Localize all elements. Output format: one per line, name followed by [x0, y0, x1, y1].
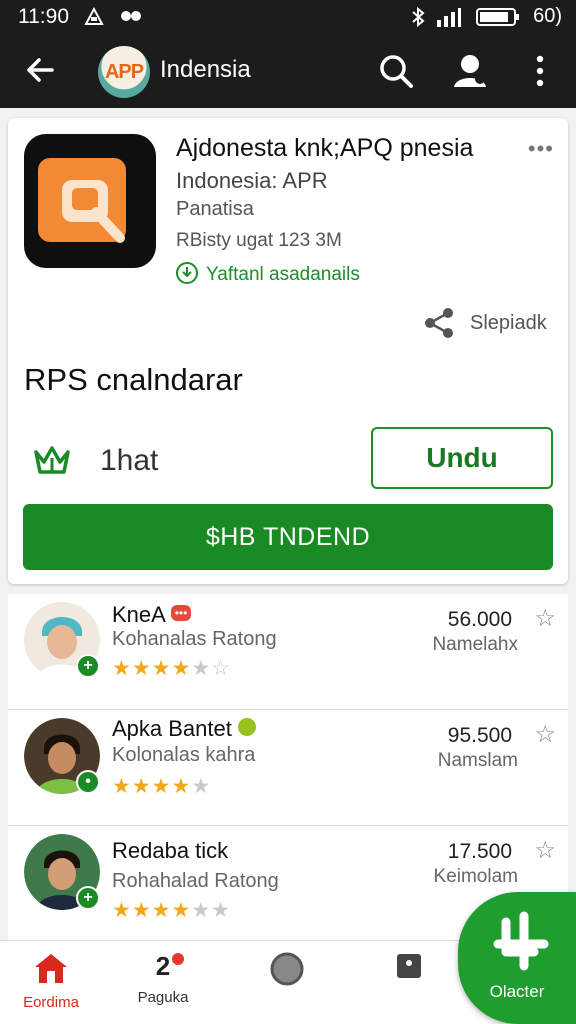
list-item[interactable]: + KneA ••• Kohanalas Ratong ★★★★★☆ 56.00… [8, 594, 568, 710]
search-icon[interactable] [376, 51, 416, 91]
bookmark-icon [397, 954, 421, 978]
verified-icon [238, 718, 256, 737]
share-icon[interactable] [422, 306, 456, 340]
rating-stars: ★★★★★ [112, 775, 212, 798]
bluetooth-icon [410, 6, 426, 33]
nav-paguka-label: Paguka [137, 989, 189, 1006]
more-horiz-icon[interactable]: ••• [528, 136, 554, 162]
product-list: + KneA ••• Kohanalas Ratong ★★★★★☆ 56.00… [8, 594, 568, 940]
app-meta: RBisty ugat 123 3M [176, 230, 342, 251]
floating-action-button[interactable]: Olacter [458, 892, 576, 1024]
item-name: Redaba tick [112, 838, 229, 863]
star-outline-icon[interactable]: ☆ [534, 604, 556, 633]
app-bar-title: Indensia [160, 56, 251, 83]
fab-label: Olacter [489, 982, 545, 1001]
app-developer[interactable]: Indonesia: APR [176, 168, 328, 194]
notification-dot [172, 953, 184, 965]
battery-icon [476, 6, 520, 33]
item-unit: Keimolam [433, 866, 518, 887]
back-arrow-icon[interactable] [22, 52, 58, 88]
installed-status: Yaftanl asadanails [176, 262, 360, 286]
primary-action-button[interactable]: $HB TNDEND [23, 504, 553, 570]
app-category: Panatisa [176, 198, 254, 220]
item-price: 56.000 [447, 608, 512, 631]
item-price: 95.500 [447, 724, 512, 747]
item-price: 17.500 [447, 840, 512, 863]
app-name: Ajdonesta knk;APQ pnesia [176, 134, 474, 162]
battery-percent: 60) [533, 5, 562, 27]
share-label[interactable]: Slepiadk [470, 312, 547, 335]
nav-bookmark[interactable] [364, 951, 454, 986]
item-tag: ••• [170, 605, 192, 622]
item-subtitle: Kolonalas kahra [112, 744, 256, 766]
nav-circle[interactable] [242, 951, 332, 992]
rating-text: 1hat [100, 444, 159, 477]
chat-badge-icon[interactable]: • [76, 770, 100, 794]
nav-home-label: Eordima [23, 994, 79, 1011]
star-outline-icon[interactable]: ☆ [534, 836, 556, 865]
home-icon [35, 954, 67, 983]
crown-icon [32, 442, 72, 476]
item-unit: Namelahx [432, 634, 518, 655]
app-icon [24, 134, 156, 268]
add-badge-icon[interactable]: + [76, 886, 100, 910]
item-subtitle: Rohahalad Ratong [112, 870, 279, 892]
app-bar: APP Indensia [0, 34, 576, 108]
download-check-icon [176, 262, 198, 284]
add-badge-icon[interactable]: + [76, 654, 100, 678]
app-logo: APP [98, 46, 150, 98]
status-bar: 11:90 60) [0, 0, 576, 34]
rating-stars: ★★★★★☆ [112, 657, 231, 680]
undu-button[interactable]: Undu [371, 427, 553, 489]
rating-stars: ★★★★★★ [112, 899, 231, 922]
list-item[interactable]: • Apka Bantet Kolonalas kahra ★★★★★ 95.5… [8, 710, 568, 826]
add-icon [493, 911, 549, 971]
installed-label: Yaftanl asadanails [206, 264, 360, 286]
nav-paguka[interactable]: 2 Paguka [118, 951, 208, 1006]
nav-home[interactable]: Eordima [6, 951, 96, 1011]
account-icon[interactable] [450, 51, 490, 91]
app-detail-card: Ajdonesta knk;APQ pnesia ••• Indonesia: … [8, 118, 568, 584]
notification-count-icon: 2 [155, 951, 171, 981]
signal-icon [436, 6, 462, 33]
item-name: Apka Bantet [112, 716, 256, 742]
more-vert-icon[interactable] [520, 51, 560, 91]
status-time: 11:90 [18, 5, 69, 28]
notification-icon [84, 6, 104, 31]
section-title: RPS cnalndarar [24, 362, 243, 397]
circle-icon [270, 952, 304, 986]
media-icon [120, 9, 142, 28]
item-unit: Namslam [437, 750, 518, 771]
item-subtitle: Kohanalas Ratong [112, 628, 277, 650]
item-name: KneA ••• [112, 602, 192, 628]
star-outline-icon[interactable]: ☆ [534, 720, 556, 749]
